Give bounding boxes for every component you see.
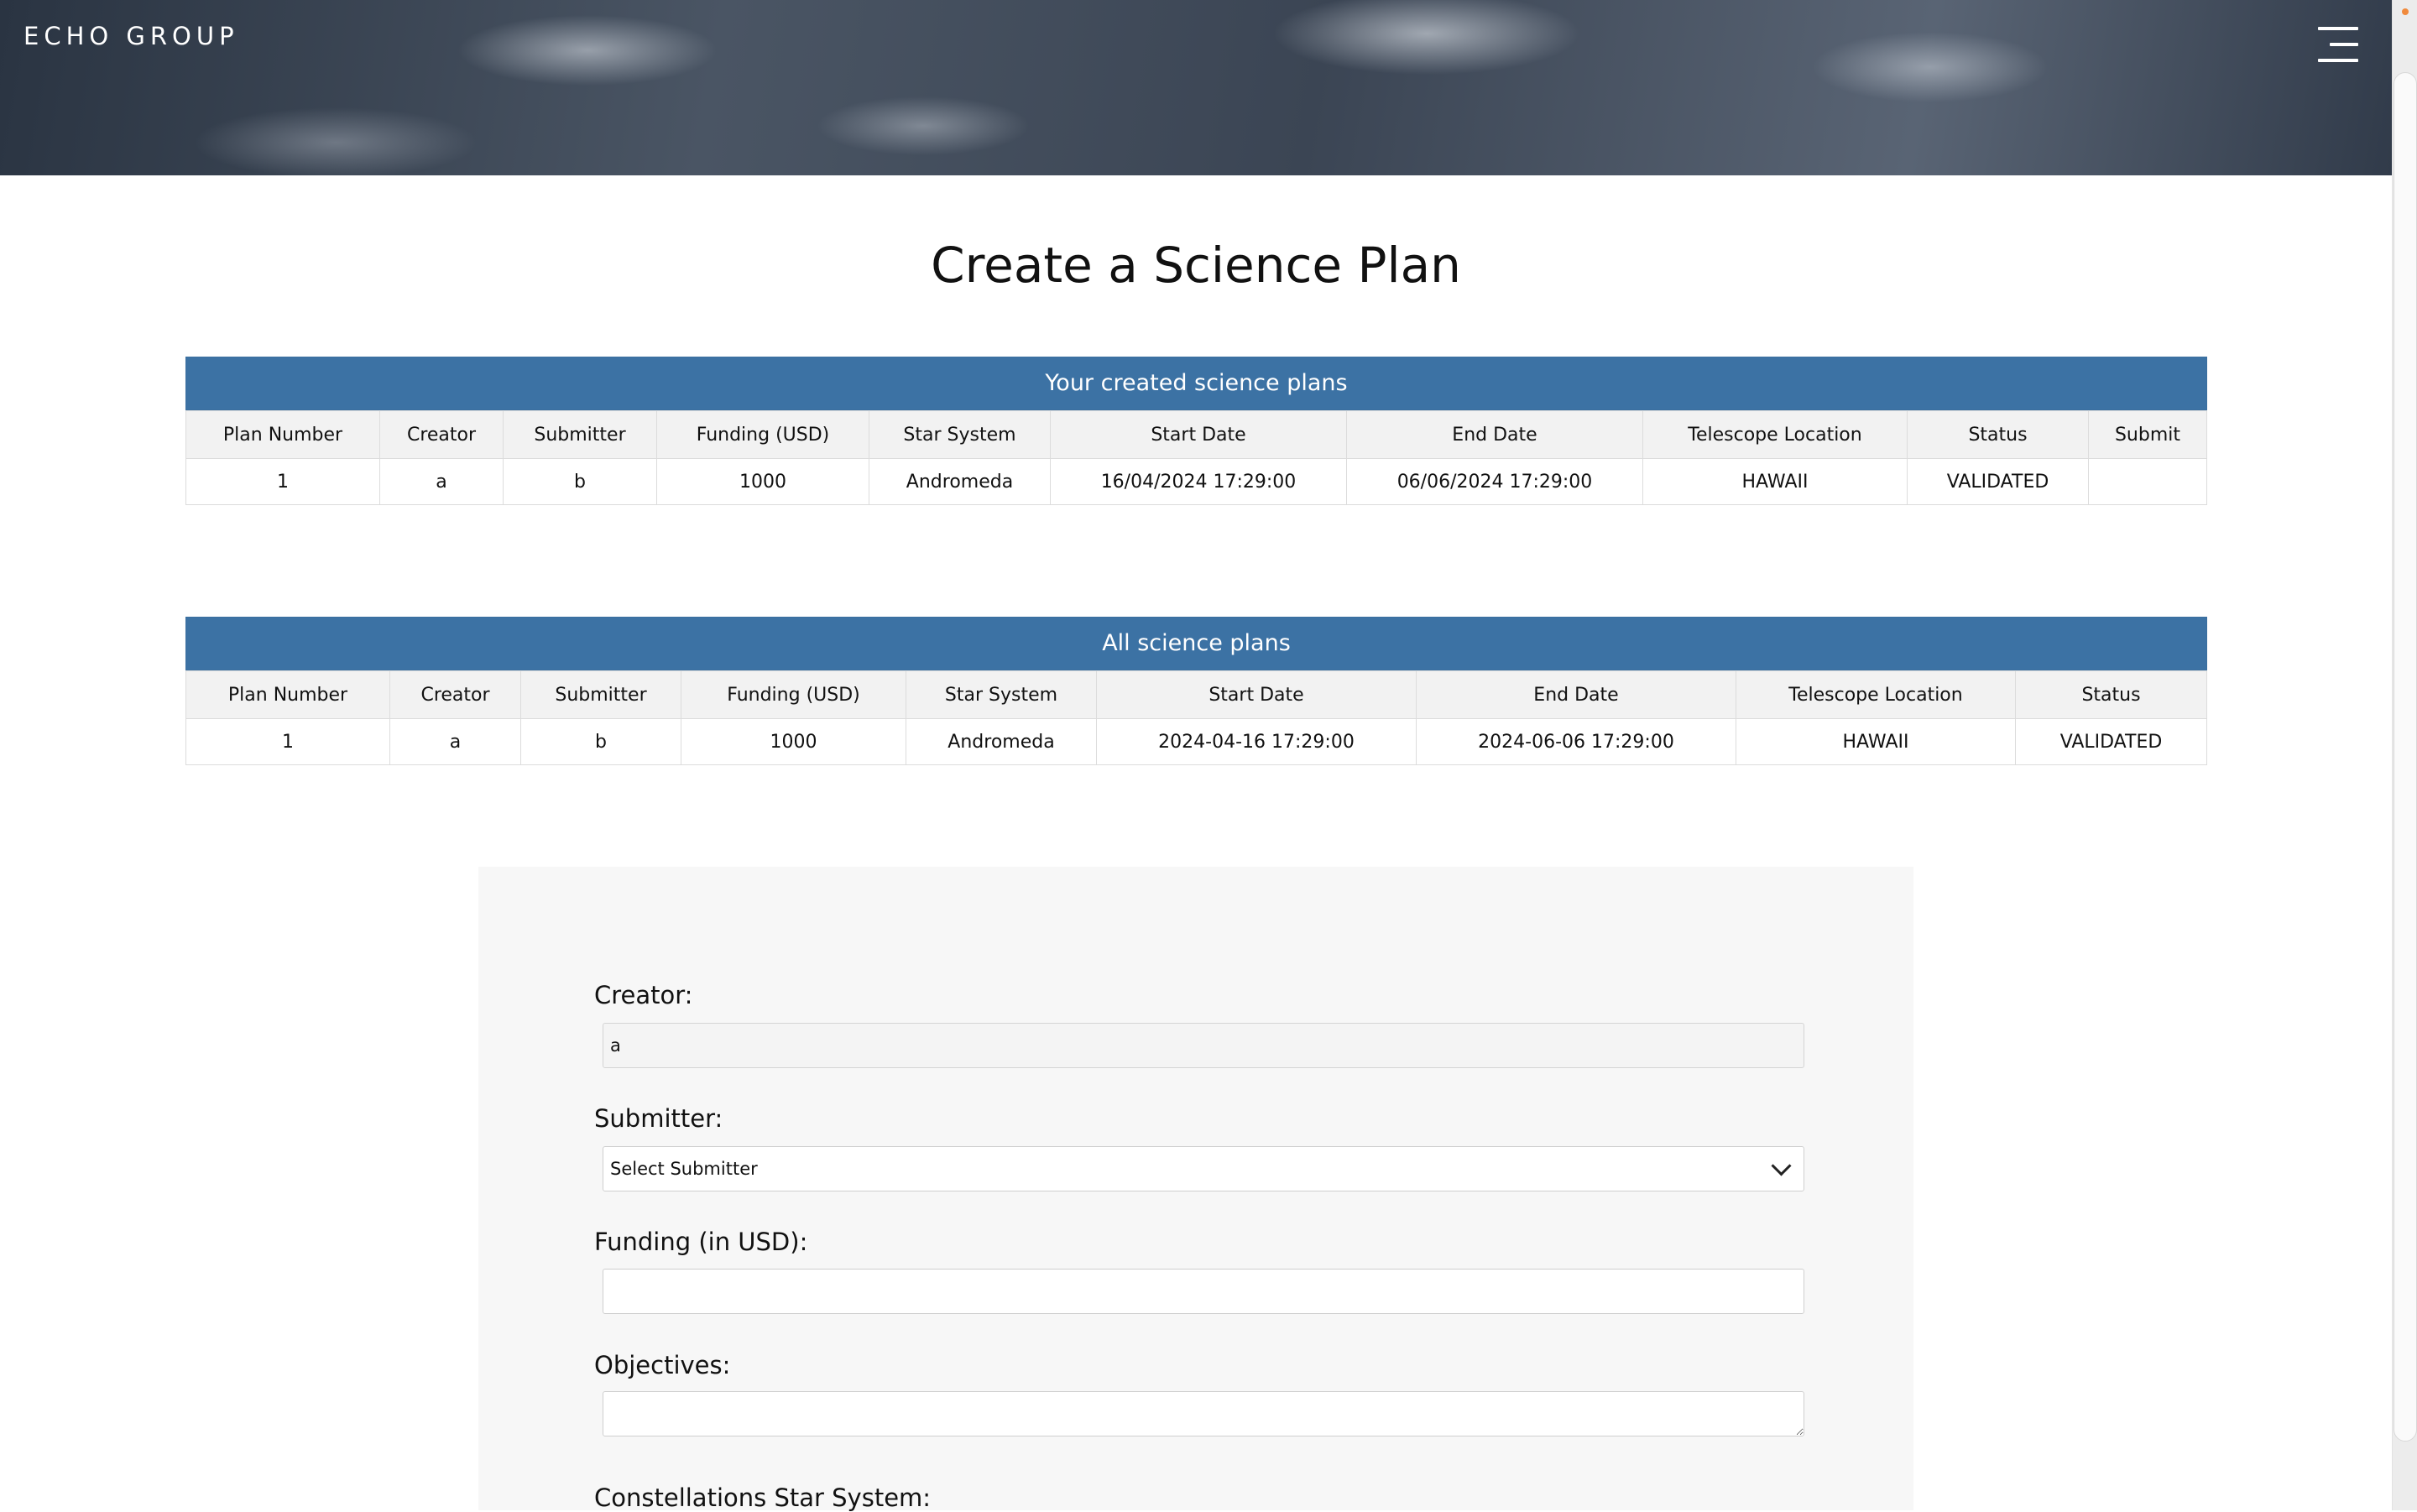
col-telescope-location[interactable]: Telescope Location — [1642, 410, 1908, 459]
col-telescope-location[interactable]: Telescope Location — [1736, 670, 2016, 719]
star-system-label: Constellations Star System: — [594, 1483, 932, 1512]
created-plans-header-row: Plan Number Creator Submitter Funding (U… — [185, 410, 2207, 459]
hamburger-menu-icon[interactable] — [2318, 27, 2358, 62]
col-submitter[interactable]: Submitter — [520, 670, 681, 719]
all-plans-table: All science plans Plan Number Creator Su… — [185, 617, 2207, 765]
cell-telescope-location: HAWAII — [1642, 458, 1908, 505]
brand-logo[interactable]: ECHO GROUP — [23, 22, 239, 50]
cell-end-date: 06/06/2024 17:29:00 — [1346, 458, 1643, 505]
submitter-label: Submitter: — [594, 1104, 723, 1133]
cell-creator: a — [389, 718, 521, 765]
cell-funding: 1000 — [681, 718, 906, 765]
objectives-textarea[interactable] — [603, 1391, 1804, 1436]
all-plans-caption: All science plans — [185, 617, 2207, 670]
menu-line — [2330, 43, 2358, 46]
chevron-down-icon — [1771, 1155, 1792, 1176]
cell-plan-number: 1 — [185, 458, 380, 505]
cell-star-system: Andromeda — [869, 458, 1051, 505]
menu-line — [2318, 27, 2358, 30]
submitter-selected-value: Select Submitter — [610, 1159, 758, 1179]
cell-telescope-location: HAWAII — [1736, 718, 2016, 765]
submitter-select[interactable]: Select Submitter — [603, 1146, 1804, 1191]
cell-star-system: Andromeda — [906, 718, 1097, 765]
all-plans-header-row: Plan Number Creator Submitter Funding (U… — [185, 670, 2207, 719]
creator-field[interactable] — [603, 1023, 1804, 1068]
objectives-label: Objectives: — [594, 1351, 731, 1379]
cell-status: VALIDATED — [1907, 458, 2089, 505]
science-plan-form: Creator: Submitter: Select Submitter Fun… — [478, 867, 1913, 1512]
col-star-system[interactable]: Star System — [906, 670, 1097, 719]
cell-status: VALIDATED — [2015, 718, 2207, 765]
menu-line — [2318, 59, 2358, 62]
cell-start-date: 16/04/2024 17:29:00 — [1050, 458, 1347, 505]
col-status[interactable]: Status — [2015, 670, 2207, 719]
col-funding[interactable]: Funding (USD) — [681, 670, 906, 719]
cell-submitter: b — [503, 458, 657, 505]
cell-creator: a — [379, 458, 504, 505]
col-end-date[interactable]: End Date — [1346, 410, 1643, 459]
col-creator[interactable]: Creator — [379, 410, 504, 459]
col-status[interactable]: Status — [1907, 410, 2089, 459]
cell-end-date: 2024-06-06 17:29:00 — [1416, 718, 1736, 765]
created-plans-caption: Your created science plans — [185, 357, 2207, 410]
funding-label: Funding (in USD): — [594, 1228, 808, 1256]
creator-label: Creator: — [594, 981, 693, 1009]
col-plan-number[interactable]: Plan Number — [185, 410, 380, 459]
funding-field[interactable] — [603, 1269, 1804, 1314]
hero-banner: ECHO GROUP — [0, 0, 2392, 175]
page-title: Create a Science Plan — [931, 237, 1461, 294]
scroll-indicator-dot — [2402, 8, 2409, 15]
created-plans-table: Your created science plans Plan Number C… — [185, 357, 2207, 505]
col-end-date[interactable]: End Date — [1416, 670, 1736, 719]
col-star-system[interactable]: Star System — [869, 410, 1051, 459]
col-start-date[interactable]: Start Date — [1050, 410, 1347, 459]
col-start-date[interactable]: Start Date — [1096, 670, 1417, 719]
table-row[interactable]: 1 a b 1000 Andromeda 16/04/2024 17:29:00… — [185, 458, 2207, 505]
col-creator[interactable]: Creator — [389, 670, 521, 719]
col-plan-number[interactable]: Plan Number — [185, 670, 390, 719]
col-submit[interactable]: Submit — [2088, 410, 2207, 459]
cell-submit[interactable] — [2088, 458, 2207, 505]
col-submitter[interactable]: Submitter — [503, 410, 657, 459]
col-funding[interactable]: Funding (USD) — [656, 410, 869, 459]
cell-start-date: 2024-04-16 17:29:00 — [1096, 718, 1417, 765]
scrollbar-thumb[interactable] — [2394, 72, 2417, 1442]
cell-plan-number: 1 — [185, 718, 390, 765]
cell-funding: 1000 — [656, 458, 869, 505]
table-row[interactable]: 1 a b 1000 Andromeda 2024-04-16 17:29:00… — [185, 718, 2207, 765]
cell-submitter: b — [520, 718, 681, 765]
